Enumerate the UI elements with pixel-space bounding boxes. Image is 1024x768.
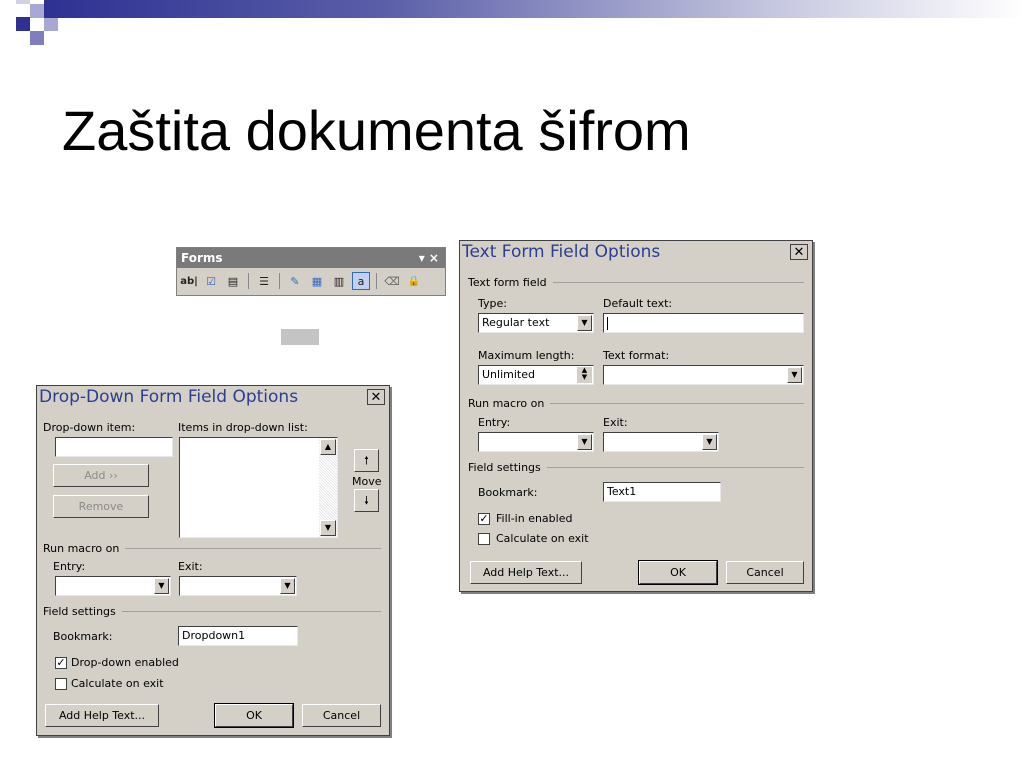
protect-form-icon[interactable]: 🔒	[405, 272, 423, 290]
corner-square-light	[16, 0, 30, 4]
calculate-on-exit-label: Calculate on exit	[71, 677, 164, 690]
toolbar-options-close-icon[interactable]: ▾ ×	[419, 248, 439, 268]
ok-button[interactable]: OK	[638, 560, 718, 585]
bookmark-label: Bookmark:	[478, 486, 538, 499]
dialog-titlebar: Drop-Down Form Field Options ✕	[37, 386, 389, 410]
insert-table-icon[interactable]: ▦	[308, 272, 326, 290]
text-format-select[interactable]: ▼	[603, 365, 804, 385]
cancel-button[interactable]: Cancel	[726, 561, 804, 584]
corner-square-light	[30, 31, 44, 45]
exit-macro-select[interactable]: ▼	[179, 576, 297, 596]
dialog-title: Drop-Down Form Field Options	[39, 387, 299, 407]
corner-square-light	[44, 17, 58, 31]
remove-button[interactable]: Remove	[53, 495, 149, 518]
dropdown-item-input[interactable]	[55, 437, 173, 457]
close-icon[interactable]: ✕	[790, 244, 808, 260]
move-down-button[interactable]: 🠗	[354, 489, 379, 512]
drop-down-form-field-icon[interactable]: ▤	[224, 272, 242, 290]
items-in-dropdown-list[interactable]: ▲ ▼	[179, 437, 338, 538]
chevron-down-icon[interactable]: ▼	[577, 315, 592, 331]
forms-toolbar-buttons: ab| ☑ ▤ ☰ ✎ ▦ ▥ a ⌫ 🔒	[177, 268, 445, 294]
type-select-value: Regular text	[482, 316, 550, 329]
chevron-down-icon[interactable]: ▼	[280, 578, 295, 594]
scroll-up-icon[interactable]: ▲	[320, 439, 336, 455]
form-field-options-icon[interactable]: ☰	[255, 272, 273, 290]
exit-macro-select[interactable]: ▼	[603, 432, 719, 452]
dialog-titlebar: Text Form Field Options ✕	[460, 241, 812, 265]
cancel-button[interactable]: Cancel	[302, 704, 381, 727]
move-up-button[interactable]: 🠕	[354, 449, 379, 472]
text-cursor	[607, 316, 608, 330]
bookmark-input[interactable]: Dropdown1	[178, 626, 298, 646]
insert-frame-icon[interactable]: ▥	[330, 272, 348, 290]
dropdown-item-label: Drop-down item:	[43, 421, 136, 434]
toolbar-separator	[376, 273, 377, 289]
bookmark-label: Bookmark:	[53, 630, 113, 643]
group-text-form-field: Text form field	[468, 276, 804, 289]
group-field-settings: Field settings	[43, 605, 381, 618]
drop-down-form-field-options-dialog: Drop-Down Form Field Options ✕ Drop-down…	[36, 385, 390, 736]
chevron-down-icon[interactable]: ▼	[702, 434, 717, 450]
dropdown-enabled-checkbox[interactable]: ✓	[55, 657, 67, 669]
check-box-form-field-icon[interactable]: ☑	[202, 272, 220, 290]
dialog-title: Text Form Field Options	[462, 242, 661, 262]
calculate-on-exit-checkbox[interactable]	[55, 678, 67, 690]
bookmark-input[interactable]: Text1	[603, 482, 721, 502]
ok-button[interactable]: OK	[214, 703, 294, 728]
text-form-field-icon[interactable]: ab|	[180, 272, 198, 290]
entry-label: Entry:	[53, 560, 86, 573]
reset-form-fields-icon[interactable]: ⌫	[383, 272, 401, 290]
calculate-on-exit-checkbox[interactable]	[478, 533, 490, 545]
toolbar-separator	[279, 273, 280, 289]
add-help-text-button[interactable]: Add Help Text...	[45, 704, 159, 727]
form-field-shading-icon[interactable]: a	[352, 272, 370, 290]
dropdown-enabled-label: Drop-down enabled	[71, 656, 179, 669]
slide-title: Zaštita dokumenta šifrom	[62, 99, 691, 162]
chevron-down-icon[interactable]: ▼	[787, 367, 802, 383]
entry-macro-select[interactable]: ▼	[55, 576, 171, 596]
close-icon[interactable]: ✕	[367, 389, 385, 405]
gray-placeholder-block	[281, 329, 319, 345]
entry-macro-select[interactable]: ▼	[478, 432, 594, 452]
items-list-label: Items in drop-down list:	[178, 421, 308, 434]
forms-toolbar-titlebar[interactable]: Forms ▾ ×	[177, 248, 445, 268]
default-text-label: Default text:	[603, 297, 673, 310]
type-label: Type:	[478, 297, 507, 310]
fill-in-enabled-label: Fill-in enabled	[496, 512, 573, 525]
maximum-length-value: Unlimited	[482, 368, 535, 381]
chevron-down-icon[interactable]: ▼	[577, 434, 592, 450]
group-run-macro-on: Run macro on	[43, 542, 381, 555]
scroll-down-icon[interactable]: ▼	[320, 520, 336, 536]
title-bar-gradient	[44, 0, 1024, 18]
toolbar-separator	[248, 273, 249, 289]
move-label: Move	[352, 475, 382, 488]
type-select[interactable]: Regular text ▼	[478, 313, 594, 333]
entry-label: Entry:	[478, 416, 511, 429]
forms-toolbar: Forms ▾ × ab| ☑ ▤ ☰ ✎ ▦ ▥ a ⌫ 🔒	[176, 247, 446, 296]
group-run-macro-on: Run macro on	[468, 397, 804, 410]
exit-label: Exit:	[178, 560, 203, 573]
corner-square-light	[30, 4, 44, 18]
text-format-label: Text format:	[603, 349, 670, 362]
exit-label: Exit:	[603, 416, 628, 429]
text-form-field-options-dialog: Text Form Field Options ✕ Text form fiel…	[459, 240, 813, 592]
corner-square-navy	[16, 17, 30, 31]
draw-table-icon[interactable]: ✎	[286, 272, 304, 290]
maximum-length-spinner[interactable]: Unlimited ▲ ▼	[478, 365, 594, 385]
calculate-on-exit-label: Calculate on exit	[496, 532, 589, 545]
add-button[interactable]: Add ››	[53, 464, 149, 487]
fill-in-enabled-checkbox[interactable]: ✓	[478, 513, 490, 525]
add-help-text-button[interactable]: Add Help Text...	[470, 561, 582, 584]
spinner-arrows-icon[interactable]: ▲ ▼	[577, 367, 592, 383]
maximum-length-label: Maximum length:	[478, 349, 575, 362]
default-text-input[interactable]	[603, 313, 804, 333]
forms-toolbar-title: Forms	[181, 251, 223, 265]
chevron-down-icon[interactable]: ▼	[154, 578, 169, 594]
group-field-settings: Field settings	[468, 461, 804, 474]
